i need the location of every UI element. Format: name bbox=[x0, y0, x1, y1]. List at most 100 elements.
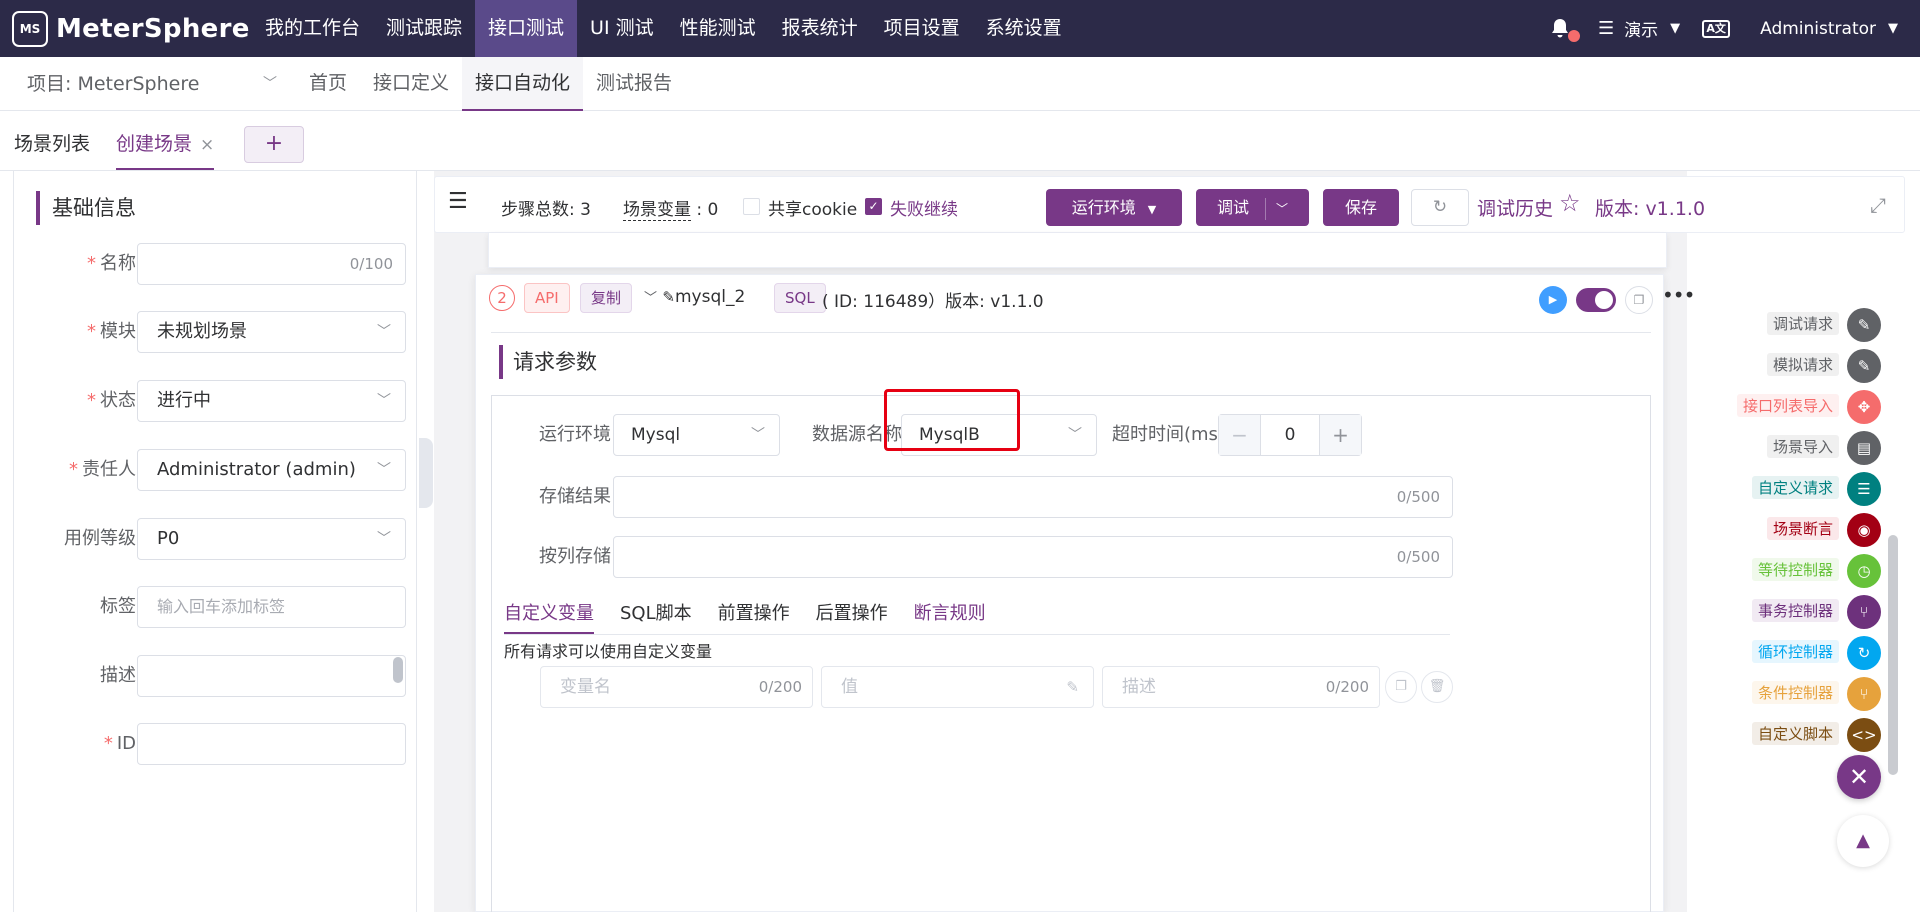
subtab-api-definition[interactable]: 接口定义 bbox=[360, 57, 462, 111]
page-scrollbar[interactable] bbox=[1888, 535, 1898, 775]
debug-history-link[interactable]: 调试历史 bbox=[1477, 194, 1553, 221]
debug-button[interactable]: 调试 ﹀ bbox=[1196, 189, 1309, 226]
clock-icon[interactable]: ◷ bbox=[1847, 554, 1881, 588]
star-icon[interactable]: ☆ bbox=[1559, 189, 1581, 217]
action-import-api-list[interactable]: 接口列表导入 ✥ bbox=[1706, 390, 1881, 424]
step-name[interactable]: ﹀ ✎mysql_2 bbox=[644, 287, 745, 307]
fullscreen-icon[interactable]: ⤢ bbox=[1870, 193, 1886, 217]
column-store-input[interactable]: 0/500 bbox=[613, 536, 1453, 578]
close-icon[interactable]: × bbox=[200, 135, 214, 155]
fork-icon[interactable]: ⑂ bbox=[1847, 677, 1881, 711]
workspace-selector[interactable]: 演示 bbox=[1624, 16, 1658, 41]
request-params-title: 请求参数 bbox=[499, 345, 597, 379]
back-to-top-button[interactable]: ▲ bbox=[1837, 815, 1889, 867]
collapse-handle[interactable] bbox=[419, 438, 433, 508]
continue-on-fail-checkbox[interactable]: ✓ bbox=[865, 198, 882, 215]
action-import-scenario[interactable]: 场景导入 ▤ bbox=[1706, 431, 1881, 465]
variable-desc-input[interactable]: 描述 0/200 bbox=[1102, 666, 1380, 708]
tab-pre-processor[interactable]: 前置操作 bbox=[718, 594, 790, 634]
delete-icon[interactable]: 🗑 bbox=[1421, 671, 1453, 703]
plus-icon[interactable]: + bbox=[1319, 415, 1361, 455]
save-button[interactable]: 保存 bbox=[1323, 189, 1399, 226]
play-icon[interactable]: ▶ bbox=[1539, 286, 1567, 314]
action-transaction-controller[interactable]: 事务控制器 ⑂ bbox=[1706, 595, 1881, 629]
continue-on-fail-label: 失败继续 bbox=[890, 200, 958, 220]
action-loop-controller[interactable]: 循环控制器 ↻ bbox=[1706, 636, 1881, 670]
brand-logo[interactable]: MS MeterSphere bbox=[12, 10, 250, 47]
menu-item-track[interactable]: 测试跟踪 bbox=[373, 0, 475, 57]
sub-tabs: 首页 接口定义 接口自动化 测试报告 bbox=[296, 57, 685, 111]
loop-icon[interactable]: ↻ bbox=[1847, 636, 1881, 670]
run-env-button[interactable]: 运行环境 ▼ bbox=[1046, 189, 1182, 226]
desc-textarea[interactable] bbox=[137, 655, 406, 697]
scenario-variables[interactable]: 场景变量 : 0 bbox=[623, 195, 718, 221]
timeout-stepper[interactable]: − 0 + bbox=[1218, 414, 1362, 456]
status-select[interactable]: 进行中 ﹀ bbox=[137, 380, 406, 422]
minus-icon[interactable]: − bbox=[1219, 415, 1261, 455]
tab-create-scenario[interactable]: 创建场景 × bbox=[116, 129, 215, 170]
subtab-api-automation[interactable]: 接口自动化 bbox=[462, 57, 584, 111]
refresh-button[interactable]: ↻ bbox=[1411, 189, 1469, 226]
subtab-home[interactable]: 首页 bbox=[296, 57, 360, 111]
sliders-icon[interactable]: ☰ bbox=[1847, 472, 1881, 506]
copy-row-icon[interactable]: ❐ bbox=[1385, 671, 1417, 703]
tab-assertions[interactable]: 断言规则 bbox=[914, 594, 986, 634]
menu-item-performance[interactable]: 性能测试 bbox=[667, 0, 769, 57]
move-icon[interactable]: ✥ bbox=[1847, 390, 1881, 424]
project-selector[interactable]: 项目: MeterSphere ﹀ bbox=[27, 57, 277, 111]
menu-item-workbench[interactable]: 我的工作台 bbox=[252, 0, 373, 57]
tab-label: 创建场景 bbox=[116, 133, 193, 155]
owner-label: * 责任人 bbox=[69, 459, 136, 480]
id-input[interactable] bbox=[137, 723, 406, 765]
store-result-input[interactable]: 0/500 bbox=[613, 476, 1453, 518]
name-input[interactable]: 0/100 bbox=[137, 243, 406, 285]
pen-icon[interactable]: ✎ bbox=[1847, 349, 1881, 383]
variable-name-input[interactable]: 变量名 0/200 bbox=[540, 666, 813, 708]
variable-value-input[interactable]: 值 ✎ bbox=[821, 666, 1094, 708]
action-scenario-assertion[interactable]: 场景断言 ◉ bbox=[1706, 513, 1881, 547]
tab-scenario-list[interactable]: 场景列表 bbox=[14, 129, 90, 156]
tab-custom-variables[interactable]: 自定义变量 bbox=[504, 594, 594, 634]
close-actions-button[interactable]: ✕ bbox=[1837, 755, 1881, 799]
assertion-icon[interactable]: ◉ bbox=[1847, 513, 1881, 547]
version-selector[interactable]: 版本: v1.1.0 bbox=[1595, 194, 1705, 221]
menu-item-ui-test[interactable]: UI 测试 bbox=[577, 0, 667, 57]
action-custom-request[interactable]: 自定义请求 ☰ bbox=[1706, 472, 1881, 506]
owner-select[interactable]: Administrator (admin) ﹀ bbox=[137, 449, 406, 491]
action-debug-request[interactable]: 调试请求 ✎ bbox=[1706, 308, 1881, 342]
caret-down-icon[interactable]: ▼ bbox=[1670, 21, 1680, 36]
action-wait-controller[interactable]: 等待控制器 ◷ bbox=[1706, 554, 1881, 588]
caret-down-icon[interactable]: ▼ bbox=[1888, 21, 1898, 36]
action-custom-script[interactable]: 自定义脚本 <> bbox=[1706, 718, 1881, 752]
copy-icon[interactable]: ❐ bbox=[1625, 286, 1653, 314]
menu-item-api-test[interactable]: 接口测试 bbox=[475, 0, 578, 57]
share-cookie-checkbox[interactable] bbox=[743, 198, 760, 215]
menu-item-project-settings[interactable]: 项目设置 bbox=[871, 0, 973, 57]
clapper-icon[interactable]: ▤ bbox=[1847, 431, 1881, 465]
share-cookie-label: 共享cookie bbox=[768, 200, 858, 220]
menu-icon[interactable]: ☰ bbox=[448, 189, 468, 214]
tab-sql-script[interactable]: SQL脚本 bbox=[620, 594, 692, 634]
menu-item-system-settings[interactable]: 系统设置 bbox=[973, 0, 1075, 57]
scrollbar[interactable] bbox=[393, 657, 403, 683]
code-icon[interactable]: <> bbox=[1847, 718, 1881, 752]
tab-post-processor[interactable]: 后置操作 bbox=[816, 594, 888, 634]
caret-down-icon: ▼ bbox=[1147, 203, 1157, 216]
module-select[interactable]: 未规划场景 ﹀ bbox=[137, 311, 406, 353]
enable-switch[interactable] bbox=[1576, 288, 1616, 312]
pen-icon[interactable]: ✎ bbox=[1847, 308, 1881, 342]
request-params-box: 运行环境 Mysql ﹀ 数据源名称 MysqlB ﹀ 超时时间(ms) − 0 +… bbox=[491, 395, 1651, 912]
bell-icon[interactable] bbox=[1550, 18, 1580, 42]
user-menu[interactable]: Administrator bbox=[1760, 19, 1876, 39]
action-mock-request[interactable]: 模拟请求 ✎ bbox=[1706, 349, 1881, 383]
tag-input[interactable]: 输入回车添加标签 bbox=[137, 586, 406, 628]
add-tab-button[interactable]: + bbox=[244, 126, 304, 163]
level-select[interactable]: P0 ﹀ bbox=[137, 518, 406, 560]
subtab-test-report[interactable]: 测试报告 bbox=[583, 57, 685, 111]
action-if-controller[interactable]: 条件控制器 ⑂ bbox=[1706, 677, 1881, 711]
menu-item-report[interactable]: 报表统计 bbox=[769, 0, 871, 57]
env-select[interactable]: Mysql ﹀ bbox=[613, 414, 780, 456]
more-icon[interactable]: ••• bbox=[1662, 283, 1695, 307]
language-icon[interactable]: A文 bbox=[1702, 19, 1731, 38]
branch-icon[interactable]: ⑂ bbox=[1847, 595, 1881, 629]
